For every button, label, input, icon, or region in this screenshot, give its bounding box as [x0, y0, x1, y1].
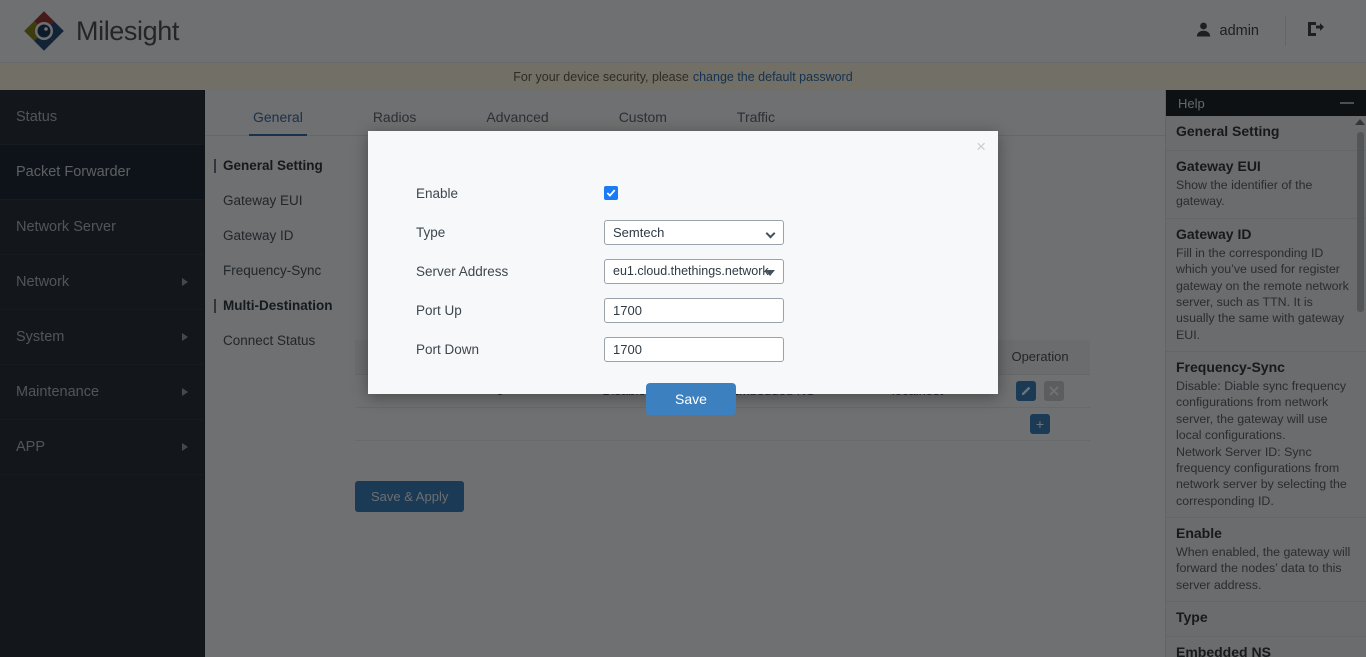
submenu-multi-destination[interactable]: Multi-Destination — [205, 288, 355, 323]
type-label: Type — [416, 225, 604, 240]
help-section-title: Type — [1176, 609, 1354, 625]
field-enable: Enable — [416, 179, 998, 207]
sidebar-item-label: Network Server — [16, 219, 116, 235]
help-panel-header: Help — [1166, 90, 1366, 116]
submenu-gateway-eui[interactable]: Gateway EUI — [205, 183, 355, 218]
submenu-gateway-id[interactable]: Gateway ID — [205, 218, 355, 253]
help-section-title: Embedded NS — [1176, 644, 1354, 657]
sidebar-item-system[interactable]: System — [0, 310, 204, 365]
server-address-label: Server Address — [416, 264, 604, 279]
minimize-icon[interactable] — [1340, 102, 1354, 104]
field-port-down: Port Down 1700 — [416, 335, 998, 363]
sidebar-item-label: Packet Forwarder — [16, 164, 130, 180]
help-section-body: Fill in the corresponding ID which you’v… — [1176, 245, 1354, 343]
help-section: General Setting — [1166, 116, 1366, 151]
chevron-down-icon — [766, 228, 776, 238]
chevron-right-icon — [182, 278, 188, 286]
sidebar-item-network-server[interactable]: Network Server — [0, 200, 204, 255]
user-name: admin — [1220, 23, 1260, 39]
help-panel: Help General Setting Gateway EUI Show th… — [1165, 90, 1366, 657]
tab-bar: General Radios Advanced Custom Traffic — [205, 90, 1166, 136]
sidebar-item-maintenance[interactable]: Maintenance — [0, 365, 204, 420]
chevron-right-icon — [182, 333, 188, 341]
sidebar-item-status[interactable]: Status — [0, 90, 204, 145]
enable-checkbox[interactable] — [604, 186, 618, 200]
check-icon — [606, 188, 616, 198]
sidebar-item-label: Maintenance — [16, 384, 99, 400]
change-password-link[interactable]: change the default password — [693, 70, 853, 84]
chevron-right-icon — [182, 443, 188, 451]
milesight-diamond-eye-logo — [22, 9, 66, 53]
top-bar-right: admin — [1185, 16, 1345, 46]
plus-icon[interactable]: + — [1030, 414, 1050, 434]
chevron-right-icon — [182, 388, 188, 396]
sidebar-item-app[interactable]: APP — [0, 420, 204, 475]
save-and-apply-button[interactable]: Save & Apply — [355, 481, 464, 512]
triangle-down-icon — [765, 270, 775, 276]
help-section: Type — [1166, 602, 1366, 637]
help-section-title: Gateway EUI — [1176, 158, 1354, 174]
top-bar: Milesight admin — [0, 0, 1366, 63]
server-address-value: eu1.cloud.thethings.network — [613, 264, 769, 278]
scroll-up-arrow-icon[interactable] — [1355, 119, 1365, 125]
port-up-input[interactable]: 1700 — [604, 298, 784, 323]
add-row-action: + — [990, 407, 1090, 440]
help-section: Gateway ID Fill in the corresponding ID … — [1166, 219, 1366, 352]
sidebar-item-label: System — [16, 329, 64, 345]
brand-name: Milesight — [76, 16, 179, 47]
server-address-select[interactable]: eu1.cloud.thethings.network — [604, 259, 784, 284]
submenu-general-setting[interactable]: General Setting — [205, 148, 355, 183]
help-section-title: Frequency-Sync — [1176, 359, 1354, 375]
help-section-title: Enable — [1176, 525, 1354, 541]
help-section: Embedded NS Select "Embedded NS" if you … — [1166, 637, 1366, 657]
tab-general[interactable]: General — [253, 109, 303, 135]
security-banner: For your device security, please change … — [0, 63, 1366, 90]
destination-edit-dialog: × Enable Type Semtech Server Address — [368, 131, 998, 394]
help-panel-body[interactable]: General Setting Gateway EUI Show the ide… — [1166, 116, 1366, 657]
sub-menu: General Setting Gateway EUI Gateway ID F… — [205, 136, 355, 512]
logout-button[interactable] — [1286, 18, 1344, 45]
help-scrollbar-thumb[interactable] — [1357, 132, 1364, 312]
sidebar-item-packet-forwarder[interactable]: Packet Forwarder — [0, 145, 204, 200]
security-banner-text: For your device security, please — [513, 70, 689, 84]
pencil-icon[interactable] — [1016, 381, 1036, 401]
sidebar-item-label: Status — [16, 109, 57, 125]
user-avatar-icon — [1195, 21, 1212, 42]
enable-label: Enable — [416, 186, 604, 201]
sidebar-item-label: Network — [16, 274, 69, 290]
help-section-body: When enabled, the gateway will forward t… — [1176, 544, 1354, 593]
destination-form: Enable Type Semtech Server Address eu1.c… — [368, 131, 998, 415]
field-port-up: Port Up 1700 — [416, 296, 998, 324]
type-select-value: Semtech — [613, 225, 664, 240]
field-type: Type Semtech — [416, 218, 998, 246]
help-section: Enable When enabled, the gateway will fo… — [1166, 518, 1366, 602]
help-section-body: Disable: Diable sync frequency configura… — [1176, 378, 1354, 509]
save-button[interactable]: Save — [646, 383, 736, 415]
help-section-body: Show the identifier of the gateway. — [1176, 177, 1354, 210]
port-down-label: Port Down — [416, 342, 604, 357]
type-select[interactable]: Semtech — [604, 220, 784, 245]
help-section: Frequency-Sync Disable: Diable sync freq… — [1166, 352, 1366, 518]
sidebar: Status Packet Forwarder Network Server N… — [0, 90, 205, 657]
help-section-title: General Setting — [1176, 123, 1354, 139]
help-title: Help — [1178, 96, 1205, 111]
user-menu[interactable]: admin — [1185, 21, 1286, 42]
close-x-icon[interactable]: × — [976, 138, 986, 155]
brand-logo[interactable]: Milesight — [22, 9, 179, 53]
submenu-frequency-sync[interactable]: Frequency-Sync — [205, 253, 355, 288]
port-up-label: Port Up — [416, 303, 604, 318]
sidebar-item-label: APP — [16, 439, 45, 455]
table-header-operation: Operation — [990, 340, 1090, 374]
submenu-connect-status[interactable]: Connect Status — [205, 323, 355, 358]
row-operations — [990, 374, 1090, 407]
sidebar-item-network[interactable]: Network — [0, 255, 204, 310]
port-down-input[interactable]: 1700 — [604, 337, 784, 362]
help-section: Gateway EUI Show the identifier of the g… — [1166, 151, 1366, 219]
app-root: Milesight admin — [0, 0, 1366, 657]
help-section-title: Gateway ID — [1176, 226, 1354, 242]
close-x-icon[interactable] — [1044, 381, 1064, 401]
logout-icon — [1304, 18, 1326, 45]
field-server-address: Server Address eu1.cloud.thethings.netwo… — [416, 257, 998, 285]
